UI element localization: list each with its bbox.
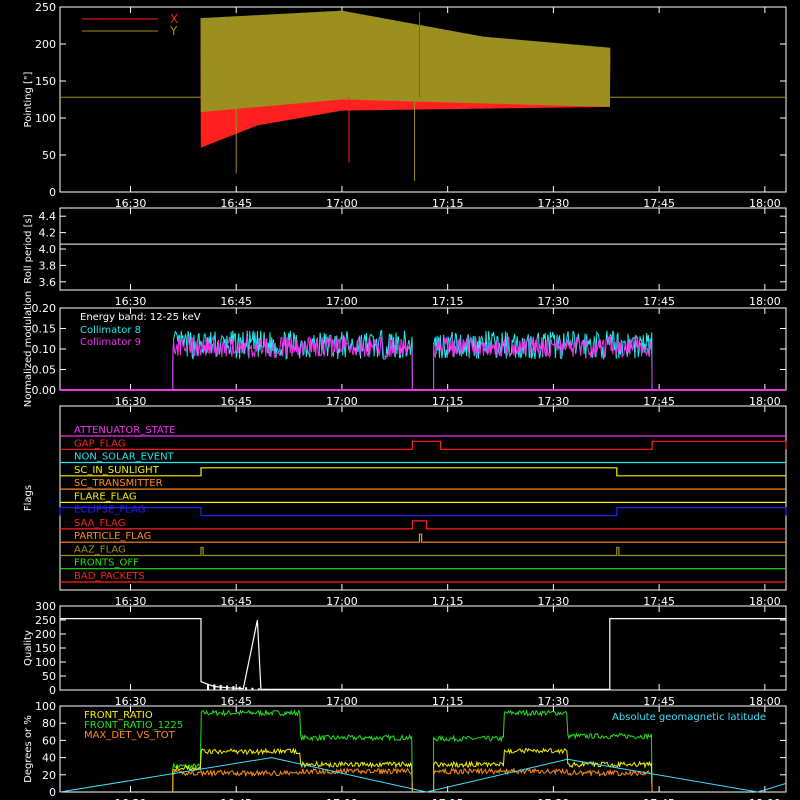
roll-xtick-label: 17:30 <box>538 295 570 308</box>
flags-ylabel: Flags <box>23 485 34 511</box>
flag-line-saa-flag <box>60 520 786 530</box>
flag-label-non-solar-event: NON_SOLAR_EVENT <box>74 452 175 463</box>
ratio-legend-label: MAX_DET_VS_TOT <box>84 730 176 741</box>
quality-line <box>60 617 786 691</box>
pointing-ytick-label: 50 <box>42 149 56 162</box>
flag-label-bad-packets: BAD_PACKETS <box>74 571 145 582</box>
flag-label-sc-transmitter: SC_TRANSMITTER <box>74 478 163 489</box>
quality-ytick-label: 50 <box>42 670 56 683</box>
flag-label-saa-flag: SAA_FLAG <box>74 518 125 529</box>
pointing-ytick-label: 150 <box>35 75 56 88</box>
quality-ytick-label: 0 <box>49 684 56 697</box>
ratio-series-front-ratio <box>433 747 653 793</box>
roll-xtick-label: 16:30 <box>115 295 147 308</box>
roll-ylabel: Roll period [s] <box>23 214 34 283</box>
roll-xtick-label: 17:00 <box>326 295 358 308</box>
roll-ytick-label: 3.6 <box>39 276 57 289</box>
flag-line-gap-flag <box>60 440 787 450</box>
roll-ytick-label: 3.8 <box>39 259 57 272</box>
hessi-quicklook-plot: 16:30 16:45 17:00 17:15 17:30 17:45 18:0005010… <box>23 1 787 800</box>
quality-ytick-label: 200 <box>35 628 56 641</box>
ratios-ytick-label: 60 <box>42 734 56 747</box>
flag-line-eclipse-flag <box>59 507 787 517</box>
modulation-series-8 <box>172 329 413 391</box>
flag-label-attenuator-state: ATTENUATOR_STATE <box>74 425 175 436</box>
flag-label-fronts-off: FRONTS_OFF <box>74 558 139 569</box>
roll-xtick-label: 18:00 <box>749 295 781 308</box>
ratio-series-max-det-vs-tot <box>433 767 653 793</box>
modulation-ytick-label: 0.10 <box>32 343 57 356</box>
modulation-ylabel: Normalized modulation <box>23 291 34 408</box>
modulation-ytick-label: 0.00 <box>32 384 57 397</box>
pointing-ytick-label: 0 <box>49 186 56 199</box>
flag-label-eclipse-flag: ECLIPSE_FLAG <box>74 505 145 516</box>
pointing-series-y <box>200 10 611 113</box>
roll-xtick-label: 16:45 <box>220 295 252 308</box>
quality-ytick-label: 150 <box>35 642 56 655</box>
modulation-series-9 <box>172 335 413 391</box>
modulation-ytick-label: 0.15 <box>32 323 57 336</box>
quality-ylabel: Quality <box>23 630 34 666</box>
pointing-ytick-label: 250 <box>35 1 56 14</box>
modulation-energy-band: Energy band: 12-25 keV <box>80 312 201 323</box>
roll-ytick-label: 4.2 <box>39 227 57 240</box>
modulation-ytick-label: 0.20 <box>32 302 57 315</box>
flag-label-flare-flag: FLARE_FLAG <box>74 491 137 502</box>
ratio-series-front-ratio <box>172 747 413 793</box>
flag-line-sc-in-sunlight <box>60 467 786 477</box>
quality-ytick-label: 300 <box>35 600 56 613</box>
ratios-ytick-label: 0 <box>49 786 56 799</box>
ratio-legend-geomag-latitude: Absolute geomagnetic latitude <box>612 712 766 723</box>
flag-label-aaz-flag: AAZ_FLAG <box>74 544 126 555</box>
quality-ytick-label: 100 <box>35 656 56 669</box>
flag-line-aaz-flag <box>60 546 786 557</box>
ratios-ytick-label: 20 <box>42 769 56 782</box>
ratios-ylabel: Degrees or % <box>23 715 34 783</box>
pointing-ytick-label: 200 <box>35 38 56 51</box>
ratios-ytick-label: 100 <box>35 700 56 713</box>
modulation-ytick-label: 0.05 <box>32 364 57 377</box>
roll-xtick-label: 17:45 <box>643 295 675 308</box>
roll-frame <box>59 207 787 291</box>
flag-label-particle-flag: PARTICLE_FLAG <box>74 531 151 542</box>
pointing-ytick-label: 100 <box>35 112 56 125</box>
flag-label-gap-flag: GAP_FLAG <box>74 438 126 449</box>
pointing-legend-label: Y <box>169 24 178 38</box>
roll-ytick-label: 4.0 <box>39 243 57 256</box>
flag-line-particle-flag <box>60 533 786 543</box>
roll-ytick-label: 4.4 <box>39 210 57 223</box>
modulation-legend-label: Collimator 9 <box>80 337 141 348</box>
quality-ytick-label: 250 <box>35 614 56 627</box>
ratios-ytick-label: 80 <box>42 717 56 730</box>
roll-xtick-label: 17:15 <box>432 295 464 308</box>
pointing-ylabel: Pointing ["] <box>23 71 34 127</box>
ratios-ytick-label: 40 <box>42 752 56 765</box>
flag-label-sc-in-sunlight: SC_IN_SUNLIGHT <box>74 465 160 476</box>
ratio-series-geomag-latitude <box>59 757 787 793</box>
modulation-legend-label: Collimator 8 <box>80 325 141 336</box>
